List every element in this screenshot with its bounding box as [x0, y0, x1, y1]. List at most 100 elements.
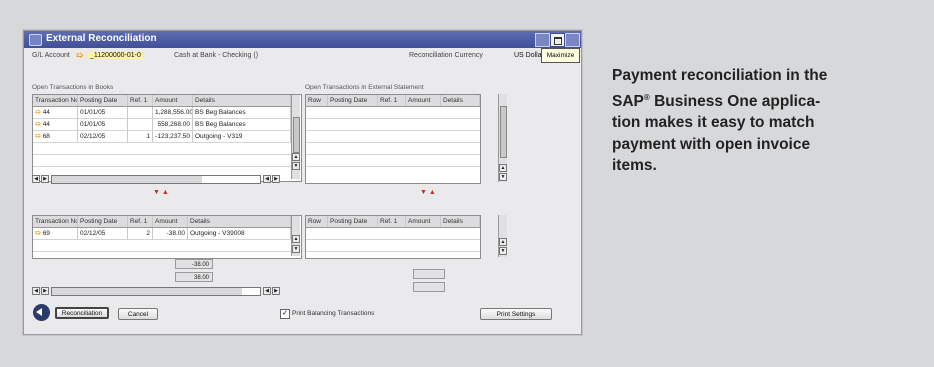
sort-arrows-icon[interactable]: ▼▲ [420, 189, 438, 196]
link-arrow-icon[interactable]: ➯ [35, 119, 41, 130]
caption-line: tion makes it easy to match [612, 114, 815, 132]
link-arrow-icon[interactable]: ➯ [35, 228, 41, 239]
statement-total-2 [413, 282, 445, 292]
statement-grid: Row Posting Date Ref. 1 Amount Details [305, 94, 481, 184]
table-row[interactable] [306, 131, 480, 143]
column-header[interactable]: Posting Date [328, 95, 378, 106]
caption-line: SAP® Business One applica- [612, 92, 821, 110]
maximize-button[interactable] [550, 33, 565, 47]
column-header[interactable]: Row [306, 95, 328, 106]
ref [128, 119, 153, 130]
transaction-no: 69 [42, 230, 50, 237]
scroll-up-icon[interactable]: ▲ [292, 235, 300, 243]
selected-books-vertical-scrollbar[interactable]: ▲ ▼ [291, 216, 300, 256]
scroll-thumb[interactable] [500, 106, 507, 158]
scroll-right-icon[interactable]: ▶ [272, 175, 280, 183]
table-row[interactable] [306, 119, 480, 131]
selected-statement-vertical-scrollbar[interactable]: ▲ ▼ [498, 215, 507, 257]
details: BS Beg Balances [193, 119, 291, 130]
scroll-up-icon[interactable]: ▲ [499, 238, 507, 246]
posting-date: 02/12/05 [78, 228, 128, 239]
selected-horizontal-scrollbar[interactable] [51, 287, 261, 296]
sort-arrows-icon[interactable]: ▼▲ [153, 189, 171, 196]
link-arrow-icon[interactable]: ➯ [35, 107, 41, 118]
scroll-up-icon[interactable]: ▲ [499, 164, 507, 172]
column-header[interactable]: Details [188, 216, 291, 227]
scroll-left-icon[interactable]: ◀ [32, 175, 40, 183]
column-header[interactable]: Ref. 1 [128, 95, 153, 106]
selected-statement-grid: Row Posting Date Ref. 1 Amount Details [305, 215, 481, 259]
column-header[interactable]: Transaction No. [33, 95, 78, 106]
total-amount-1: -38.00 [175, 259, 213, 269]
column-header[interactable]: Amount [406, 216, 441, 227]
cancel-button[interactable]: Cancel [118, 308, 158, 320]
selected-books-grid: Transaction No. Posting Date Ref. 1 Amou… [32, 215, 302, 259]
link-arrow-icon[interactable]: ➯ [35, 131, 41, 142]
column-header[interactable]: Posting Date [328, 216, 378, 227]
posting-date: 02/12/05 [78, 131, 128, 142]
minimize-button[interactable] [535, 33, 550, 47]
column-header[interactable]: Amount [153, 216, 188, 227]
table-row[interactable]: ➯ 69 02/12/05 2 -38.00 Outgoing - V39008 [33, 228, 291, 240]
ref: 1 [128, 131, 153, 142]
column-header[interactable]: Details [441, 95, 480, 106]
table-row[interactable]: ➯ 44 01/01/05 1,288,556.00 BS Beg Balanc… [33, 107, 291, 119]
column-header[interactable]: Transaction No. [33, 216, 78, 227]
table-row[interactable]: ➯ 44 01/01/05 558,268.00 BS Beg Balances [33, 119, 291, 131]
gl-account-link-icon[interactable]: ➯ [76, 50, 84, 61]
transaction-no: 68 [42, 133, 50, 140]
details: Outgoing - V39008 [188, 228, 291, 239]
column-header[interactable]: Details [193, 95, 291, 106]
print-settings-button[interactable]: Print Settings [480, 308, 552, 320]
table-row[interactable] [33, 240, 291, 252]
scroll-down-icon[interactable]: ▼ [292, 245, 300, 253]
column-header[interactable]: Ref. 1 [378, 95, 406, 106]
ref: 2 [128, 228, 153, 239]
gl-account-label: G/L Account [32, 52, 70, 59]
transaction-no: 44 [42, 121, 50, 128]
scroll-down-icon[interactable]: ▼ [499, 173, 507, 181]
scroll-right-icon[interactable]: ▶ [41, 287, 49, 295]
posting-date: 01/01/05 [78, 107, 128, 118]
table-row[interactable] [306, 228, 480, 240]
table-row[interactable] [33, 143, 291, 155]
selected-books-grid-header: Transaction No. Posting Date Ref. 1 Amou… [33, 216, 291, 228]
amount: 558,268.00 [153, 119, 193, 130]
print-balancing-checkbox[interactable]: ✓ [280, 309, 290, 319]
reconciliation-button[interactable]: Reconciliation [55, 307, 109, 319]
scroll-down-icon[interactable]: ▼ [292, 162, 300, 170]
books-vertical-scrollbar[interactable]: ▲ ▼ [291, 95, 300, 179]
currency-field[interactable]: US Dolla [514, 52, 542, 59]
table-row[interactable]: ➯ 68 02/12/05 1 -123,237.50 Outgoing - V… [33, 131, 291, 143]
column-header[interactable]: Details [441, 216, 480, 227]
gl-account-field[interactable]: _11200000-01-0 [88, 52, 143, 59]
column-header[interactable]: Amount [406, 95, 441, 106]
back-arrow-icon[interactable] [33, 304, 50, 321]
caption-text: Payment reconciliation in the SAP® Busin… [612, 65, 902, 177]
scroll-left-icon[interactable]: ◀ [32, 287, 40, 295]
window-icon [29, 34, 42, 46]
table-row[interactable] [306, 155, 480, 167]
table-row[interactable] [306, 143, 480, 155]
column-header[interactable]: Row [306, 216, 328, 227]
scroll-right-icon[interactable]: ▶ [272, 287, 280, 295]
column-header[interactable]: Posting Date [78, 95, 128, 106]
column-header[interactable]: Ref. 1 [378, 216, 406, 227]
scroll-down-icon[interactable]: ▼ [499, 247, 507, 255]
statement-vertical-scrollbar[interactable]: ▲ ▼ [498, 94, 507, 182]
ref [128, 107, 153, 118]
scroll-thumb[interactable] [293, 117, 300, 153]
table-row[interactable] [33, 155, 291, 167]
column-header[interactable]: Ref. 1 [128, 216, 153, 227]
details: Outgoing - V319 [193, 131, 291, 142]
scroll-left-icon[interactable]: ◀ [263, 287, 271, 295]
column-header[interactable]: Posting Date [78, 216, 128, 227]
column-header[interactable]: Amount [153, 95, 193, 106]
close-button[interactable] [565, 33, 580, 47]
scroll-right-icon[interactable]: ▶ [41, 175, 49, 183]
table-row[interactable] [306, 240, 480, 252]
table-row[interactable] [306, 107, 480, 119]
books-horizontal-scrollbar[interactable] [51, 175, 261, 184]
scroll-left-icon[interactable]: ◀ [263, 175, 271, 183]
scroll-up-icon[interactable]: ▲ [292, 153, 300, 161]
